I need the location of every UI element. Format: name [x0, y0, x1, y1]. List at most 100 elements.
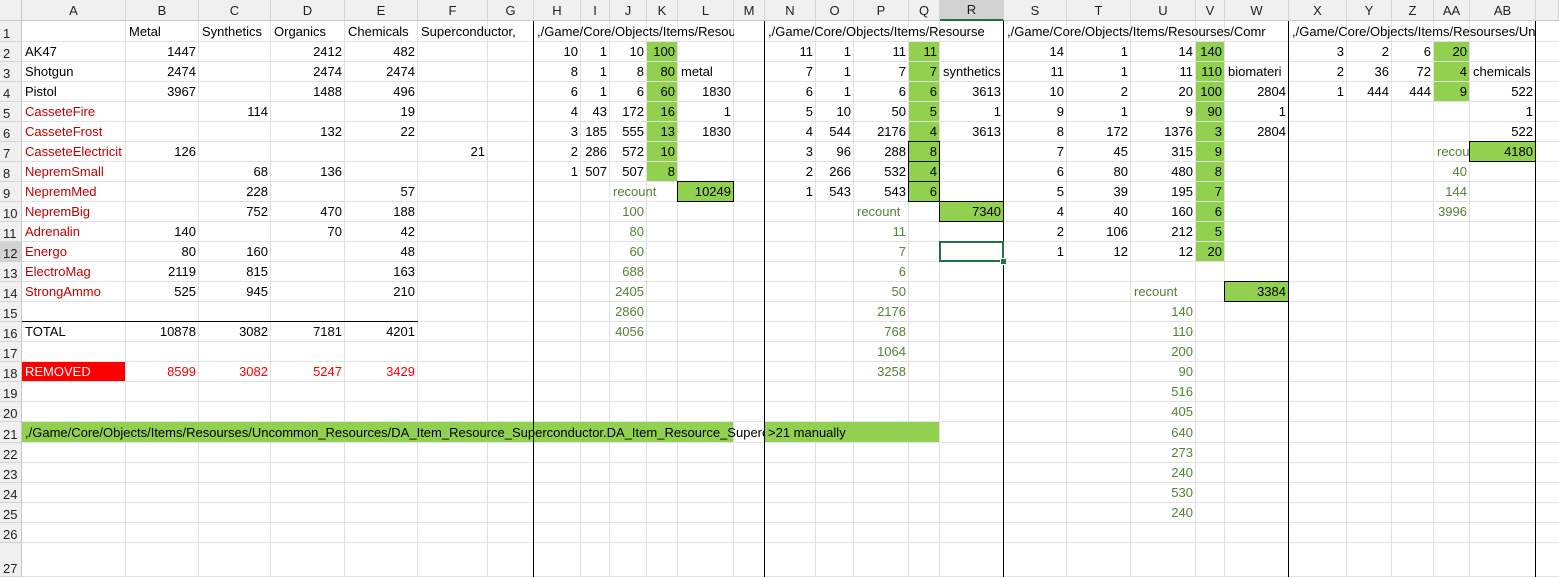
cell-p8[interactable]: 532 [854, 162, 909, 182]
cell-u3[interactable]: 11 [1131, 62, 1196, 82]
cell-d4[interactable]: 1488 [271, 82, 345, 102]
column-header-x[interactable]: X [1289, 0, 1347, 21]
cell-b11[interactable]: 140 [126, 222, 199, 242]
cell-r5[interactable]: 1 [940, 102, 1004, 122]
cell-a5[interactable]: CasseteFire [22, 102, 126, 122]
cell-e6[interactable]: 22 [345, 122, 418, 142]
cell-t9[interactable]: 39 [1067, 182, 1131, 202]
column-header-e[interactable]: E [345, 0, 418, 21]
row-header-18[interactable]: 18 [0, 362, 22, 382]
column-header-s[interactable]: S [1004, 0, 1067, 21]
cell-n7[interactable]: 3 [765, 142, 816, 162]
cell-u6[interactable]: 1376 [1131, 122, 1196, 142]
column-header-u[interactable]: U [1131, 0, 1196, 21]
row-header-10[interactable]: 10 [0, 202, 22, 222]
cell-a13[interactable]: ElectroMag [22, 262, 126, 282]
row-header-3[interactable]: 3 [0, 62, 22, 82]
cell-p14[interactable]: 50 [854, 282, 909, 302]
cell-x3[interactable]: 2 [1289, 62, 1347, 82]
column-header-d[interactable]: D [271, 0, 345, 21]
cell-e1[interactable]: Chemicals [345, 21, 418, 42]
cell-aa3[interactable]: 4 [1434, 62, 1470, 82]
cell-a2[interactable]: AK47 [22, 42, 126, 62]
cell-q6[interactable]: 4 [909, 122, 940, 142]
cell-q5[interactable]: 5 [909, 102, 940, 122]
cell-c12[interactable]: 160 [199, 242, 271, 262]
cell-x4[interactable]: 1 [1289, 82, 1347, 102]
cell-d16[interactable]: 7181 [271, 322, 345, 342]
cell-i7[interactable]: 286 [581, 142, 610, 162]
cell-o6[interactable]: 544 [816, 122, 854, 142]
cell-n4[interactable]: 6 [765, 82, 816, 102]
cell-s1[interactable]: ,/Game/Core/Objects/Items/Resourses/Comr [1004, 21, 1289, 42]
cell-s8[interactable]: 6 [1004, 162, 1067, 182]
column-header-i[interactable]: I [581, 0, 610, 21]
cell-i8[interactable]: 507 [581, 162, 610, 182]
cell-j3[interactable]: 8 [610, 62, 647, 82]
cell-u8[interactable]: 480 [1131, 162, 1196, 182]
cell-x1[interactable]: ,/Game/Core/Objects/Items/Resourses/Un [1289, 21, 1536, 42]
cell-u5[interactable]: 9 [1131, 102, 1196, 122]
cell-o3[interactable]: 1 [816, 62, 854, 82]
cell-i2[interactable]: 1 [581, 42, 610, 62]
cell-k7[interactable]: 10 [647, 142, 678, 162]
active-cell-selection[interactable] [939, 241, 1004, 262]
cell-u24[interactable]: 530 [1131, 483, 1196, 503]
column-header-t[interactable]: T [1067, 0, 1131, 21]
column-header-next[interactable] [1536, 0, 1559, 21]
row-header-26[interactable]: 26 [0, 523, 22, 543]
cell-h5[interactable]: 4 [534, 102, 581, 122]
cell-v11[interactable]: 5 [1196, 222, 1225, 242]
row-header-7[interactable]: 7 [0, 142, 22, 162]
column-header-a[interactable]: A [22, 0, 126, 21]
column-header-l[interactable]: L [678, 0, 734, 21]
cell-s7[interactable]: 7 [1004, 142, 1067, 162]
cell-j6[interactable]: 555 [610, 122, 647, 142]
cell-s10[interactable]: 4 [1004, 202, 1067, 222]
cell-h1[interactable]: ,/Game/Core/Objects/Items/Resours [534, 21, 734, 42]
cell-c5[interactable]: 114 [199, 102, 271, 122]
cell-y4[interactable]: 444 [1347, 82, 1392, 102]
cell-o9[interactable]: 543 [816, 182, 854, 202]
row-header-2[interactable]: 2 [0, 42, 22, 62]
cell-e14[interactable]: 210 [345, 282, 418, 302]
cell-v6[interactable]: 3 [1196, 122, 1225, 142]
cell-j16[interactable]: 4056 [610, 322, 647, 342]
cell-s9[interactable]: 5 [1004, 182, 1067, 202]
row-header-1[interactable]: 1 [0, 21, 22, 42]
cell-i6[interactable]: 185 [581, 122, 610, 142]
cell-j11[interactable]: 80 [610, 222, 647, 242]
row-header-4[interactable]: 4 [0, 82, 22, 102]
row-header-16[interactable]: 16 [0, 322, 22, 342]
cell-ab6[interactable]: 522 [1470, 122, 1536, 142]
cell-b1[interactable]: Metal [126, 21, 199, 42]
column-header-v[interactable]: V [1196, 0, 1225, 21]
cell-p16[interactable]: 768 [854, 322, 909, 342]
column-header-w[interactable]: W [1225, 0, 1289, 21]
cell-j9[interactable]: recount [610, 182, 656, 202]
cell-p4[interactable]: 6 [854, 82, 909, 102]
cell-i5[interactable]: 43 [581, 102, 610, 122]
cell-b2[interactable]: 1447 [126, 42, 199, 62]
row-header-25[interactable]: 25 [0, 503, 22, 523]
cell-b3[interactable]: 2474 [126, 62, 199, 82]
cell-k3[interactable]: 80 [647, 62, 678, 82]
cell-h8[interactable]: 1 [534, 162, 581, 182]
cell-u4[interactable]: 20 [1131, 82, 1196, 102]
row-header-24[interactable]: 24 [0, 483, 22, 503]
cell-c18[interactable]: 3082 [199, 362, 271, 382]
cell-n9[interactable]: 1 [765, 182, 816, 202]
cell-v2[interactable]: 140 [1196, 42, 1225, 62]
cell-d3[interactable]: 2474 [271, 62, 345, 82]
cell-u21[interactable]: 640 [1131, 422, 1196, 443]
cell-h3[interactable]: 8 [534, 62, 581, 82]
row-header-11[interactable]: 11 [0, 222, 22, 242]
cell-c16[interactable]: 3082 [199, 322, 271, 342]
cell-u16[interactable]: 110 [1131, 322, 1196, 342]
cell-k8[interactable]: 8 [647, 162, 678, 182]
cell-c14[interactable]: 945 [199, 282, 271, 302]
column-header-aa[interactable]: AA [1434, 0, 1470, 21]
cell-v5[interactable]: 90 [1196, 102, 1225, 122]
cell-s12[interactable]: 1 [1004, 242, 1067, 262]
column-header-q[interactable]: Q [909, 0, 940, 21]
